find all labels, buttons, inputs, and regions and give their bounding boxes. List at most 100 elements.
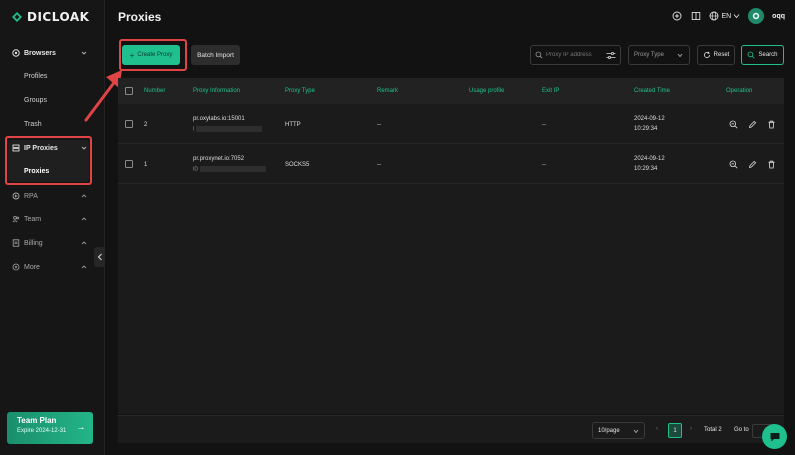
search-icon: [748, 51, 755, 59]
plan-title: Team Plan: [17, 416, 57, 425]
chevron-down-icon: [733, 14, 740, 19]
sidebar-item-team[interactable]: Team: [0, 208, 105, 230]
trash-icon[interactable]: [767, 120, 776, 129]
sidebar-item-label: RPA: [24, 192, 38, 200]
toolbar: + Create Proxy Batch Import Proxy Type R…: [118, 44, 786, 68]
edit-pencil-icon[interactable]: [748, 160, 757, 169]
chevron-up-icon: [81, 217, 87, 221]
nav-group-more: More: [0, 256, 105, 278]
sidebar-item-more[interactable]: More: [0, 256, 105, 278]
billing-icon: [12, 239, 20, 247]
sidebar-item-browsers[interactable]: Browsers: [0, 42, 105, 64]
table-row[interactable]: 2 pr.oxylabs.io:15001 I HTTP -- -- 2024-…: [118, 104, 784, 144]
search-label: Search: [758, 52, 778, 58]
filter-sliders-icon[interactable]: [606, 51, 616, 60]
dicloak-logo-icon: [12, 12, 22, 22]
book-icon[interactable]: [690, 11, 701, 22]
chat-bubble-icon: [770, 432, 779, 441]
goto-label: Go to: [734, 427, 749, 433]
arrow-icon: ⇀: [78, 426, 84, 433]
logo[interactable]: DICLOAK: [11, 10, 89, 24]
sidebar-item-label: Team: [24, 215, 42, 223]
col-exit-ip: Exit IP: [542, 88, 560, 94]
proxy-type-placeholder: Proxy Type: [634, 52, 664, 58]
masked-id: [196, 126, 263, 132]
chevron-up-icon: [81, 265, 87, 269]
refresh-icon: [703, 51, 710, 58]
page-number-current[interactable]: 1: [668, 423, 682, 438]
remark: --: [377, 122, 381, 128]
edit-pencil-icon[interactable]: [748, 120, 757, 129]
next-page-icon[interactable]: ›: [690, 426, 692, 432]
chat-support-button[interactable]: [762, 424, 787, 449]
search-button[interactable]: Search: [741, 45, 784, 65]
zoom-detail-icon[interactable]: [729, 160, 738, 169]
sidebar-item-label: More: [24, 263, 40, 271]
topbar: Proxies EN oqq: [106, 0, 795, 36]
proxy-type: SOCKS5: [285, 162, 310, 168]
proxy-type-select[interactable]: Proxy Type: [628, 45, 690, 65]
nav-group-billing: Billing: [0, 232, 105, 254]
exit-ip: --: [542, 162, 546, 168]
col-remark: Remark: [377, 88, 399, 94]
remark: --: [377, 162, 381, 168]
browser-icon: [12, 49, 20, 57]
batch-import-button[interactable]: Batch Import: [191, 45, 240, 65]
row-checkbox[interactable]: [125, 160, 133, 168]
zoom-detail-icon[interactable]: [729, 120, 738, 129]
col-created-time: Created Time: [634, 88, 671, 94]
proxy-ip-input[interactable]: [546, 52, 606, 58]
reset-button[interactable]: Reset: [697, 45, 735, 65]
col-number: Number: [144, 88, 166, 94]
row-number: 2: [144, 122, 148, 128]
username[interactable]: oqq: [772, 13, 785, 20]
exit-ip: --: [542, 122, 546, 128]
proxy-id-label: ID: [193, 166, 198, 173]
select-all-checkbox[interactable]: [125, 87, 133, 95]
row-operations: [729, 160, 776, 169]
proxy-id: I: [193, 126, 263, 133]
nav-group-team: Team: [0, 208, 105, 230]
col-usage-profile: Usage profile: [469, 88, 505, 94]
add-circle-icon[interactable]: [671, 11, 682, 22]
team-icon: [12, 215, 20, 223]
avatar-icon: [752, 12, 760, 20]
proxy-search-box[interactable]: [530, 45, 621, 65]
logo-text: DICLOAK: [27, 10, 90, 24]
language-switcher[interactable]: EN: [709, 11, 740, 21]
row-operations: [729, 120, 776, 129]
proxy-id-label: I: [193, 126, 195, 133]
trash-icon[interactable]: [767, 160, 776, 169]
language-label: EN: [721, 12, 732, 20]
sidebar-item-rpa[interactable]: RPA: [0, 185, 105, 207]
highlight-ip-proxies: [5, 136, 92, 185]
chevron-down-icon: [677, 53, 683, 58]
rpa-icon: [12, 192, 20, 200]
globe-icon: [709, 11, 719, 21]
chevron-down-icon: [81, 51, 87, 55]
page-size-select[interactable]: 10/page: [592, 422, 645, 439]
sidebar-item-label: Billing: [24, 239, 43, 247]
plan-expire: Expire 2024-12-31: [17, 428, 67, 434]
collapse-sidebar-button[interactable]: [94, 247, 105, 267]
proxy-type: HTTP: [285, 122, 301, 128]
chevron-left-icon: [97, 253, 102, 261]
table-row[interactable]: 1 pr.proxynet.io:7052 ID SOCKS5 -- -- 20…: [118, 144, 784, 184]
avatar[interactable]: [748, 8, 765, 24]
created-time: 10:29:34: [634, 126, 658, 132]
top-icons: EN oqq: [671, 8, 785, 24]
proxy-id: ID: [193, 166, 266, 173]
row-number: 1: [144, 162, 148, 168]
nav-group-rpa: RPA: [0, 185, 105, 207]
sidebar-item-billing[interactable]: Billing: [0, 232, 105, 254]
chevron-up-icon: [81, 241, 87, 245]
pagination-bar: 10/page ‹ 1 › Total 2 Go to: [118, 415, 784, 443]
team-plan-card[interactable]: Team Plan Expire 2024-12-31 ⇀: [7, 412, 93, 444]
created-date: 2024-09-12: [634, 116, 665, 122]
proxy-host: pr.proxynet.io:7052: [193, 156, 245, 162]
col-proxy-type: Proxy Type: [285, 88, 315, 94]
more-icon: [12, 263, 20, 271]
row-checkbox[interactable]: [125, 120, 133, 128]
prev-page-icon[interactable]: ‹: [656, 426, 658, 432]
total-count: Total 2: [704, 427, 722, 433]
